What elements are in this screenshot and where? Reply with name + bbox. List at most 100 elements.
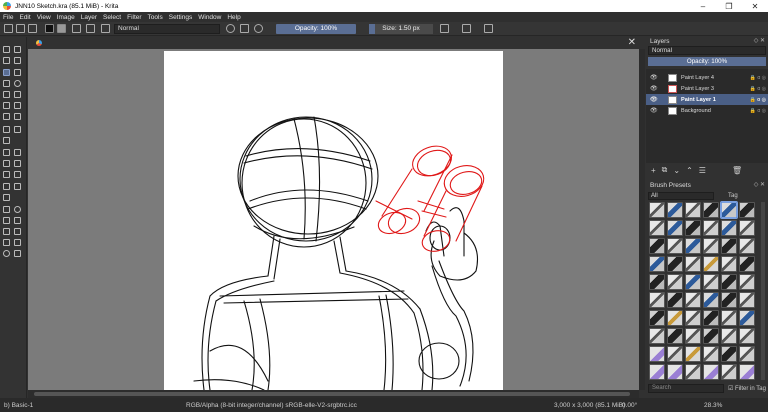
brush-preset[interactable] [703,256,719,272]
layer-lock-alpha-icons[interactable]: 🔒 α ◎ [750,86,766,92]
brush-preset[interactable] [721,292,737,308]
docker-float-close-icon[interactable]: ◇ ✕ [754,181,765,190]
freehand-brush-tool-icon[interactable] [3,69,10,76]
brush-preset[interactable] [649,310,665,326]
brush-preset[interactable] [703,310,719,326]
canvas-vertical-scrollbar[interactable] [639,49,645,390]
close-window-button[interactable]: ✕ [742,0,768,12]
edit-shapes-tool-icon[interactable] [3,57,10,64]
preserve-alpha-icon[interactable] [240,24,249,33]
mirror-vertical-icon[interactable] [462,24,471,33]
brush-preset[interactable] [667,346,683,362]
menu-tools[interactable]: Tools [148,14,163,21]
layer-lock-alpha-icons[interactable]: 🔒 α ◎ [750,75,766,81]
mirror-horizontal-icon[interactable] [440,24,449,33]
brush-preset[interactable] [739,328,755,344]
brush-preset[interactable] [721,346,737,362]
enclose-fill-tool-icon[interactable] [14,171,21,178]
brush-preset[interactable] [739,256,755,272]
brush-preset[interactable] [685,202,701,218]
open-document-icon[interactable] [16,24,25,33]
brush-preset[interactable] [685,256,701,272]
layer-lock-alpha-icons[interactable]: 🔒 α ◎ [750,97,766,103]
contiguous-selection-tool-icon[interactable] [3,228,10,235]
brush-preset[interactable] [685,274,701,290]
brush-preset[interactable] [721,256,737,272]
brush-preset[interactable] [721,364,737,380]
brush-preset[interactable] [649,220,665,236]
pan-tool-icon[interactable] [14,250,21,257]
add-layer-icon[interactable]: + [651,166,656,175]
brush-preset[interactable] [685,220,701,236]
assistant-tool-icon[interactable] [3,183,10,190]
zoom-tool-icon[interactable] [3,250,10,257]
layer-lock-alpha-icons[interactable]: 🔒 α ◎ [750,108,766,114]
canvas-viewport[interactable] [28,49,639,390]
layer-blend-mode-select[interactable]: Normal [648,46,766,55]
rotation-label[interactable]: 0.00° [622,402,637,409]
rectangular-selection-tool-icon[interactable] [3,206,10,213]
brush-preset[interactable] [703,328,719,344]
similar-color-selection-tool-icon[interactable] [14,228,21,235]
brush-preset[interactable] [739,364,755,380]
brush-preset[interactable] [667,202,683,218]
visibility-eye-icon[interactable]: 👁 [650,96,658,103]
move-layer-up-icon[interactable]: ⌃ [686,166,693,175]
visibility-eye-icon[interactable]: 👁 [650,74,658,81]
freehand-selection-tool-icon[interactable] [14,217,21,224]
gradient-tool-icon[interactable] [3,149,10,156]
brush-preset[interactable] [649,274,665,290]
menu-select[interactable]: Select [103,14,121,21]
brush-preset[interactable] [685,238,701,254]
save-icon[interactable] [28,24,37,33]
menu-filter[interactable]: Filter [127,14,141,21]
brush-preset[interactable] [685,364,701,380]
canvas-paper[interactable] [164,51,503,390]
brush-preset[interactable] [667,328,683,344]
blend-mode-select[interactable]: Normal [114,24,220,34]
polyline-tool-icon[interactable] [14,91,21,98]
menu-file[interactable]: File [3,14,13,21]
bezier-selection-tool-icon[interactable] [3,239,10,246]
brush-preset[interactable] [667,364,683,380]
brush-preset[interactable] [721,238,737,254]
preset-filter-select[interactable]: All [648,191,714,200]
gradient-icon[interactable] [86,24,95,33]
brush-preset[interactable] [721,220,737,236]
layer-row-paint-layer-3[interactable]: 👁 Paint Layer 3 🔒 α ◎ [646,83,768,94]
brush-preset[interactable] [649,346,665,362]
ellipse-tool-icon[interactable] [14,80,21,87]
brush-preset[interactable] [739,274,755,290]
filter-in-tag-checkbox[interactable]: ☑ Filter in Tag [728,385,766,392]
brush-preset[interactable] [739,238,755,254]
zoom-level-label[interactable]: 28.3% [704,402,722,409]
maximize-button[interactable]: ❐ [716,0,742,12]
dynamic-brush-tool-icon[interactable] [3,113,10,120]
brush-preset[interactable] [649,238,665,254]
brush-preset[interactable] [703,292,719,308]
foreground-color-swatch[interactable] [45,24,54,33]
transform-tool-icon[interactable] [3,137,10,144]
reference-images-tool-icon[interactable] [3,194,10,201]
brush-preset[interactable] [721,328,737,344]
rectangle-tool-icon[interactable] [3,80,10,87]
preset-search-input[interactable]: Search [648,384,724,393]
move-tool-icon[interactable] [14,126,21,133]
layer-properties-menu-icon[interactable]: ☰ [699,166,706,175]
brush-preset[interactable] [703,364,719,380]
visibility-eye-icon[interactable]: 👁 [650,85,658,92]
background-color-swatch[interactable] [57,24,66,33]
brush-preset[interactable] [685,310,701,326]
menu-window[interactable]: Window [198,14,221,21]
layer-row-background[interactable]: 👁 Background 🔒 α ◎ [646,105,768,116]
brush-preset[interactable] [649,364,665,380]
duplicate-layer-icon[interactable]: ⧉ [662,165,668,175]
visibility-eye-icon[interactable]: 👁 [650,107,658,114]
bezier-tool-icon[interactable] [3,102,10,109]
brush-preset[interactable] [739,310,755,326]
brush-preset[interactable] [739,202,755,218]
brush-preset[interactable] [685,346,701,362]
brush-preset[interactable] [685,328,701,344]
brush-preset[interactable] [667,238,683,254]
menu-help[interactable]: Help [227,14,240,21]
